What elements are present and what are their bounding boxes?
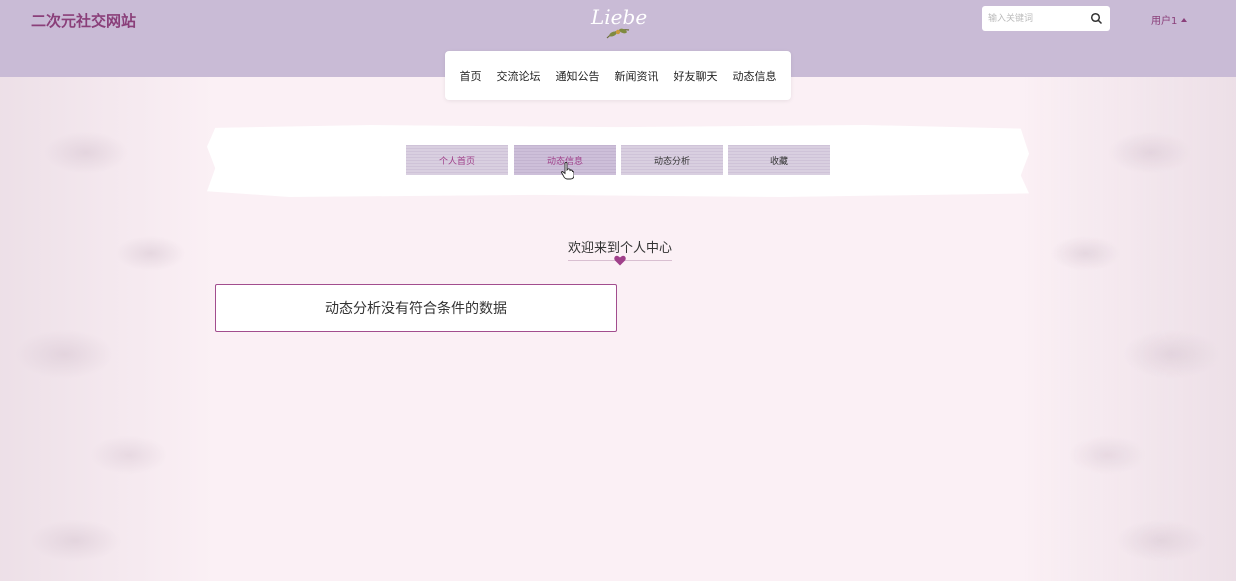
tab-band — [207, 125, 1029, 197]
empty-message: 动态分析没有符合条件的数据 — [215, 284, 617, 332]
hand-cursor-icon — [561, 162, 574, 180]
tab-favorites[interactable]: 收藏 — [728, 145, 830, 175]
nav-item-posts[interactable]: 动态信息 — [733, 68, 777, 84]
nav-item-forum[interactable]: 交流论坛 — [497, 68, 541, 84]
nav-item-chat[interactable]: 好友聊天 — [674, 68, 718, 84]
floral-decoration-left — [0, 77, 215, 581]
nav-item-notices[interactable]: 通知公告 — [556, 68, 600, 84]
floral-decoration-right — [1021, 77, 1236, 581]
main-nav: 首页 交流论坛 通知公告 新闻资讯 好友聊天 动态信息 — [445, 51, 791, 100]
site-title[interactable]: 二次元社交网站 — [31, 10, 136, 31]
nav-item-news[interactable]: 新闻资讯 — [615, 68, 659, 84]
search-icon[interactable] — [1090, 12, 1103, 25]
header: 二次元社交网站 Liebe 用户1 首页 交流论坛 通知公告 新闻资讯 好友聊天… — [0, 0, 1236, 100]
nav-item-home[interactable]: 首页 — [460, 68, 482, 84]
tab-profile-home[interactable]: 个人首页 — [406, 145, 508, 175]
caret-up-icon — [1181, 17, 1188, 22]
user-label: 用户1 — [1151, 16, 1178, 27]
search-box — [982, 6, 1110, 31]
search-input[interactable] — [982, 7, 1082, 30]
user-menu[interactable]: 用户1 — [1151, 12, 1188, 27]
tab-post-analysis[interactable]: 动态分析 — [621, 145, 723, 175]
logo-text: Liebe — [590, 5, 647, 29]
logo[interactable]: Liebe — [587, 0, 649, 42]
heart-icon — [614, 255, 626, 266]
welcome-title: 欢迎来到个人中心 — [567, 241, 672, 256]
